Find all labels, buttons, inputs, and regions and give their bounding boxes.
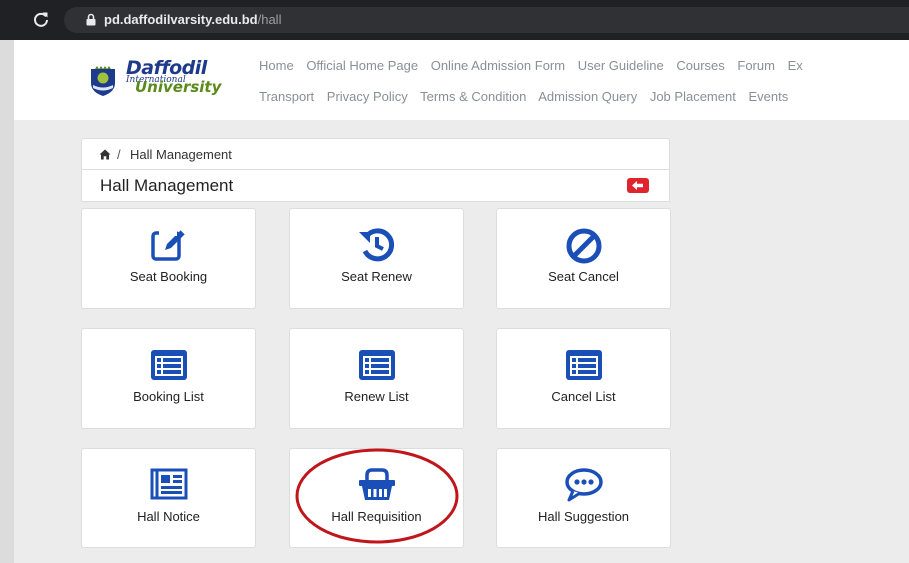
browser-toolbar: pd.daffodilvarsity.edu.bd/hall [0, 0, 909, 40]
seat-renew-label: Seat Renew [341, 269, 412, 284]
nav-link-official-home-page[interactable]: Official Home Page [306, 58, 418, 73]
booking-list-label: Booking List [133, 389, 204, 404]
nav-link-forum[interactable]: Forum [737, 58, 775, 73]
highlight-annotation-circle [295, 448, 459, 544]
hall-suggestion-tile[interactable]: Hall Suggestion [496, 448, 671, 548]
nav-link-online-admission-form[interactable]: Online Admission Form [431, 58, 565, 73]
list-icon [359, 350, 395, 380]
url-path: /hall [257, 12, 282, 27]
url-domain: pd.daffodilvarsity.edu.bd [104, 12, 258, 27]
panel-header: Hall Management [81, 170, 670, 202]
hall-notice-tile[interactable]: Hall Notice [81, 448, 256, 548]
list-icon [566, 350, 602, 380]
seat-cancel-label: Seat Cancel [548, 269, 619, 284]
breadcrumb-current: Hall Management [130, 147, 232, 162]
renew-list-tile[interactable]: Renew List [289, 328, 464, 429]
nav-link-terms-condition[interactable]: Terms & Condition [420, 89, 526, 104]
breadcrumb: / Hall Management [81, 138, 670, 170]
nav-link-ex[interactable]: Ex [788, 58, 803, 73]
top-nav-row-1: Home Official Home Page Online Admission… [259, 58, 812, 73]
nav-link-admission-query[interactable]: Admission Query [538, 89, 637, 104]
seat-booking-tile[interactable]: Seat Booking [81, 208, 256, 309]
booking-list-tile[interactable]: Booking List [81, 328, 256, 429]
breadcrumb-separator: / [117, 147, 121, 162]
cancel-list-tile[interactable]: Cancel List [496, 328, 671, 429]
history-icon [359, 228, 395, 262]
hall-suggestion-label: Hall Suggestion [537, 509, 630, 524]
back-arrow-icon [632, 181, 643, 190]
back-button[interactable] [627, 178, 649, 193]
nav-link-job-placement[interactable]: Job Placement [650, 89, 736, 104]
left-rail [0, 40, 14, 563]
logo-text-university: University [135, 78, 222, 96]
reload-icon[interactable] [32, 11, 50, 29]
page-title: Hall Management [100, 176, 234, 195]
seat-booking-label: Seat Booking [129, 269, 208, 284]
list-icon [151, 350, 187, 380]
chat-icon [565, 468, 603, 502]
seat-renew-tile[interactable]: Seat Renew [289, 208, 464, 309]
cancel-list-label: Cancel List [551, 389, 616, 404]
nav-link-privacy-policy[interactable]: Privacy Policy [327, 89, 408, 104]
nav-link-courses[interactable]: Courses [676, 58, 724, 73]
university-logo[interactable]: Daffodil International University [78, 57, 248, 108]
home-icon[interactable] [99, 149, 111, 160]
renew-list-label: Renew List [344, 389, 409, 404]
nav-link-home[interactable]: Home [259, 58, 294, 73]
newspaper-icon [150, 468, 188, 500]
university-crest-icon [91, 66, 115, 96]
nav-link-events[interactable]: Events [748, 89, 788, 104]
edit-icon [151, 229, 186, 261]
seat-cancel-tile[interactable]: Seat Cancel [496, 208, 671, 309]
lock-icon [86, 13, 96, 26]
url-text[interactable]: pd.daffodilvarsity.edu.bd/hall [104, 12, 281, 28]
nav-link-transport[interactable]: Transport [259, 89, 314, 104]
top-nav-row-2: Transport Privacy Policy Terms & Conditi… [259, 89, 797, 104]
nav-link-user-guideline[interactable]: User Guideline [578, 58, 664, 73]
ban-icon [566, 228, 602, 264]
hall-notice-label: Hall Notice [137, 509, 200, 524]
